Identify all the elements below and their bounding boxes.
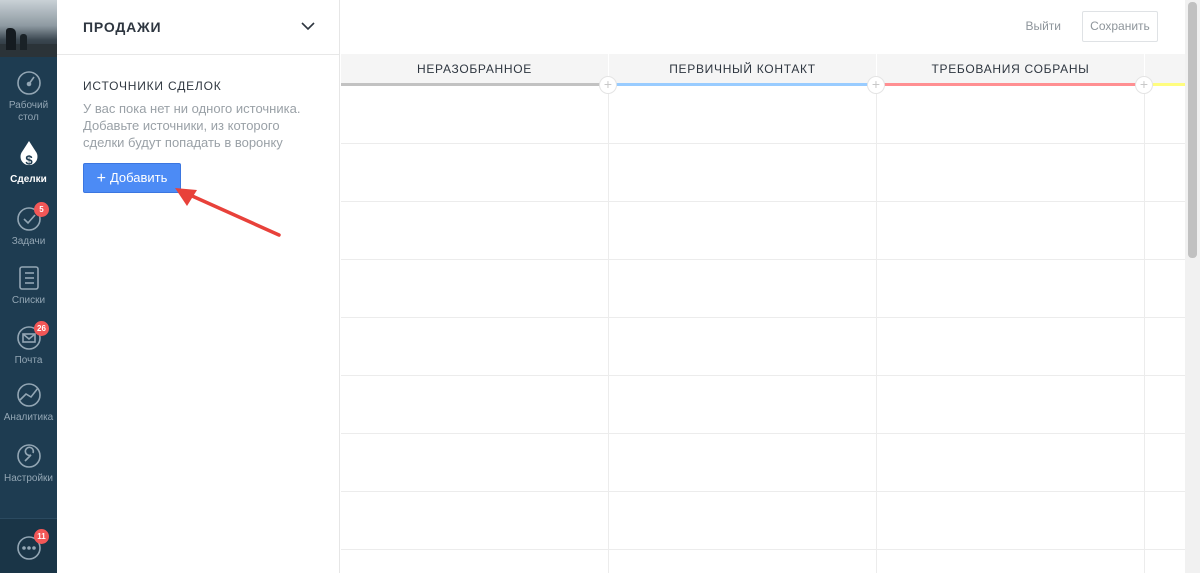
pipeline-selector[interactable]: ПРОДАЖИ	[57, 0, 339, 55]
row-divider	[341, 143, 1185, 144]
nav-item-lists[interactable]: Списки	[0, 265, 57, 307]
row-divider	[341, 433, 1185, 434]
tasks-badge: 5	[34, 202, 49, 217]
column-title: НЕРАЗОБРАННОЕ	[416, 62, 533, 76]
row-divider	[341, 201, 1185, 202]
column-header[interactable]: ТРЕБОВАНИЯ СОБРАНЫ	[877, 54, 1144, 86]
column-divider	[608, 86, 609, 573]
nav-label: Аналитика	[3, 412, 54, 423]
vertical-scrollbar[interactable]	[1185, 0, 1200, 573]
column-title: ПЕРВИЧНЫЙ КОНТАКТ	[669, 62, 816, 76]
save-button[interactable]: Сохранить	[1082, 11, 1158, 42]
nav-label: Сделки	[10, 174, 47, 185]
row-divider	[341, 491, 1185, 492]
dashboard-icon	[16, 71, 41, 95]
chat-badge: 11	[34, 529, 49, 544]
user-avatar[interactable]	[0, 0, 57, 57]
row-divider	[341, 375, 1185, 376]
analytics-icon	[16, 383, 41, 407]
mail-badge: 26	[34, 321, 49, 336]
column-color-line	[341, 83, 608, 86]
top-toolbar: Выйти Сохранить	[341, 0, 1185, 54]
left-nav: Рабочий стол $ Сделки 5 Задачи Списки 26…	[0, 0, 57, 573]
nav-item-dashboard[interactable]: Рабочий стол	[0, 70, 57, 124]
nav-item-tasks[interactable]: 5 Задачи	[0, 202, 57, 248]
chevron-down-icon[interactable]	[300, 18, 316, 34]
svg-text:$: $	[25, 152, 33, 167]
nav-label: Задачи	[11, 236, 46, 247]
row-divider	[341, 317, 1185, 318]
row-divider	[341, 549, 1185, 550]
pipeline-title: ПРОДАЖИ	[83, 19, 162, 35]
nav-label: Рабочий стол	[8, 100, 49, 123]
add-button-label: Добавить	[109, 170, 168, 185]
sources-title: ИСТОЧНИКИ СДЕЛОК	[83, 79, 222, 93]
add-column-button[interactable]: +	[599, 76, 617, 94]
row-divider	[341, 259, 1185, 260]
column-header[interactable]: НЕРАЗОБРАННОЕ	[341, 54, 608, 86]
deals-icon: $	[20, 140, 37, 167]
nav-item-analytics[interactable]: Аналитика	[0, 382, 57, 424]
chat-area: 11	[0, 518, 57, 573]
column-divider	[876, 86, 877, 573]
nav-item-mail[interactable]: 26 Почта	[0, 321, 57, 367]
lists-icon	[18, 266, 39, 290]
nav-item-settings[interactable]: Настройки	[0, 443, 57, 485]
plus-icon: +	[96, 170, 106, 187]
pointer-arrow-icon	[175, 188, 281, 237]
settings-icon	[16, 444, 41, 468]
scrollbar-thumb[interactable]	[1188, 2, 1197, 258]
nav-label: Настройки	[3, 473, 54, 484]
column-header[interactable]: ПЕРВИЧНЫЙ КОНТАКТ	[609, 54, 876, 86]
nav-label: Списки	[11, 295, 46, 306]
column-color-line	[877, 83, 1144, 86]
add-column-button[interactable]: +	[1135, 76, 1153, 94]
nav-label: Почта	[14, 355, 43, 366]
nav-item-chat[interactable]: 11	[0, 529, 57, 561]
sources-panel: ПРОДАЖИ ИСТОЧНИКИ СДЕЛОК У вас пока нет …	[57, 0, 340, 573]
nav-item-deals[interactable]: $ Сделки	[0, 140, 57, 186]
pipeline-board: НЕРАЗОБРАННОЕ ПЕРВИЧНЫЙ КОНТАКТ ТРЕБОВАН…	[341, 54, 1185, 573]
add-column-button[interactable]: +	[867, 76, 885, 94]
logout-button[interactable]: Выйти	[1016, 11, 1070, 41]
column-divider	[1144, 86, 1145, 573]
column-color-line	[609, 83, 876, 86]
column-title: ТРЕБОВАНИЯ СОБРАНЫ	[931, 62, 1090, 76]
sources-empty-text: У вас пока нет ни одного источника. Доба…	[83, 101, 301, 150]
